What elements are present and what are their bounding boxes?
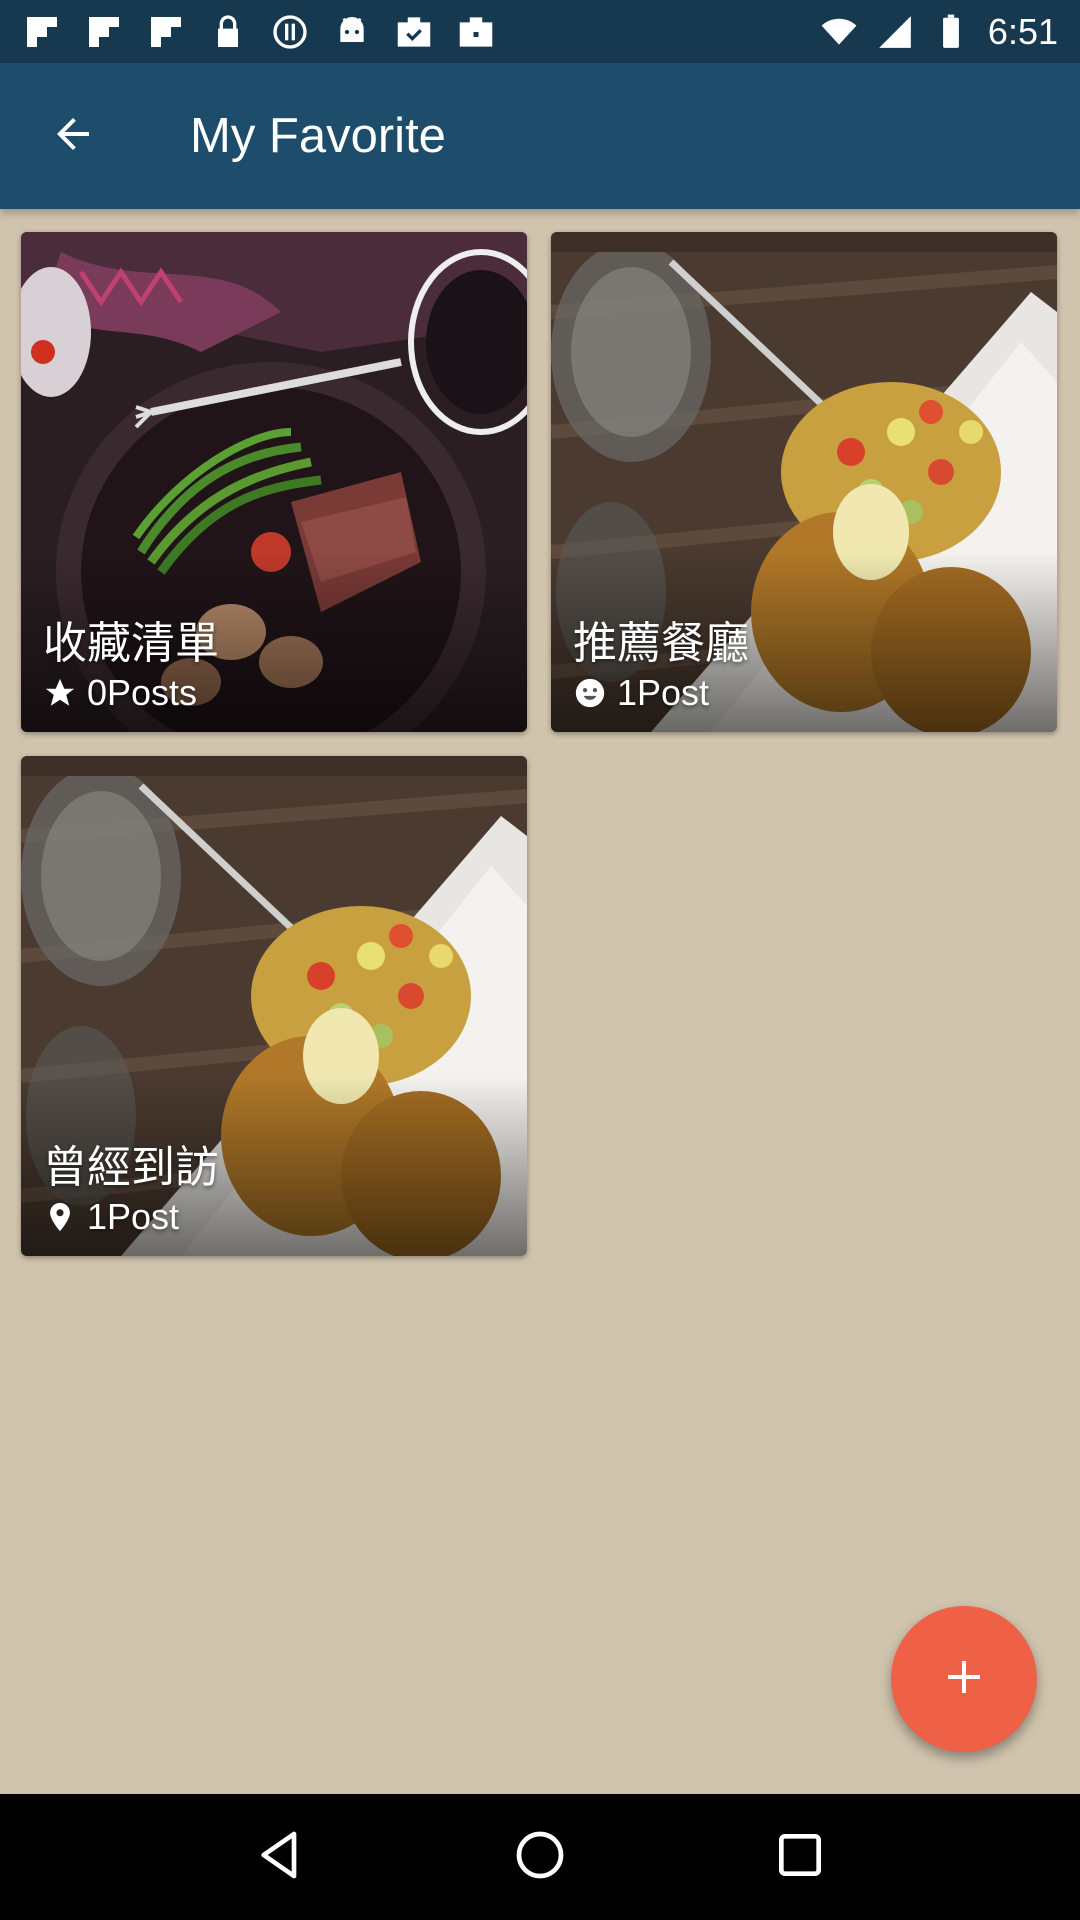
- flipboard-icon: [146, 12, 186, 52]
- nav-recents-button[interactable]: [760, 1817, 840, 1897]
- flipboard-icon: [84, 12, 124, 52]
- lock-icon: [208, 12, 248, 52]
- system-status: 6:51: [820, 11, 1058, 53]
- collection-card-visited[interactable]: 曾經到訪 1Post: [21, 756, 527, 1256]
- card-title: 推薦餐廳: [573, 618, 749, 669]
- home-circle-icon: [512, 1827, 568, 1887]
- info-circle-icon: [270, 12, 310, 52]
- nav-back-button[interactable]: [240, 1817, 320, 1897]
- android-icon: [332, 12, 372, 52]
- recents-square-icon: [772, 1827, 828, 1887]
- star-icon: [43, 676, 77, 710]
- navigation-bar: [0, 1794, 1080, 1920]
- card-meta: 0Posts: [43, 672, 197, 714]
- page-title: My Favorite: [190, 109, 446, 163]
- notification-icons: [22, 12, 496, 52]
- post-count: 0Posts: [87, 672, 198, 713]
- add-collection-button[interactable]: [891, 1606, 1037, 1752]
- clock: 6:51: [987, 10, 1058, 52]
- wifi-icon: [820, 13, 858, 51]
- briefcase-check-icon: [394, 12, 434, 52]
- smiley-icon: [573, 676, 607, 710]
- app-bar: My Favorite: [0, 63, 1080, 209]
- collection-card-favorites[interactable]: 收藏清單 0Posts: [21, 232, 527, 732]
- card-title: 曾經到訪: [43, 1142, 219, 1193]
- nav-home-button[interactable]: [500, 1817, 580, 1897]
- card-title: 收藏清單: [43, 618, 219, 669]
- back-button[interactable]: [0, 63, 146, 209]
- flipboard-icon: [22, 12, 62, 52]
- back-triangle-icon: [252, 1827, 308, 1887]
- post-count: 1Post: [617, 672, 710, 713]
- battery-icon: [932, 13, 970, 51]
- plus-icon: [940, 1653, 988, 1705]
- arrow-back-icon: [49, 110, 97, 162]
- card-meta: 1Post: [43, 1196, 179, 1238]
- signal-icon: [876, 13, 914, 51]
- briefcase-icon: [456, 12, 496, 52]
- post-count: 1Post: [87, 1196, 180, 1237]
- location-pin-icon: [43, 1200, 77, 1234]
- card-meta: 1Post: [573, 672, 709, 714]
- status-bar: 6:51: [0, 0, 1080, 63]
- collection-card-recommended[interactable]: 推薦餐廳 1Post: [551, 232, 1057, 732]
